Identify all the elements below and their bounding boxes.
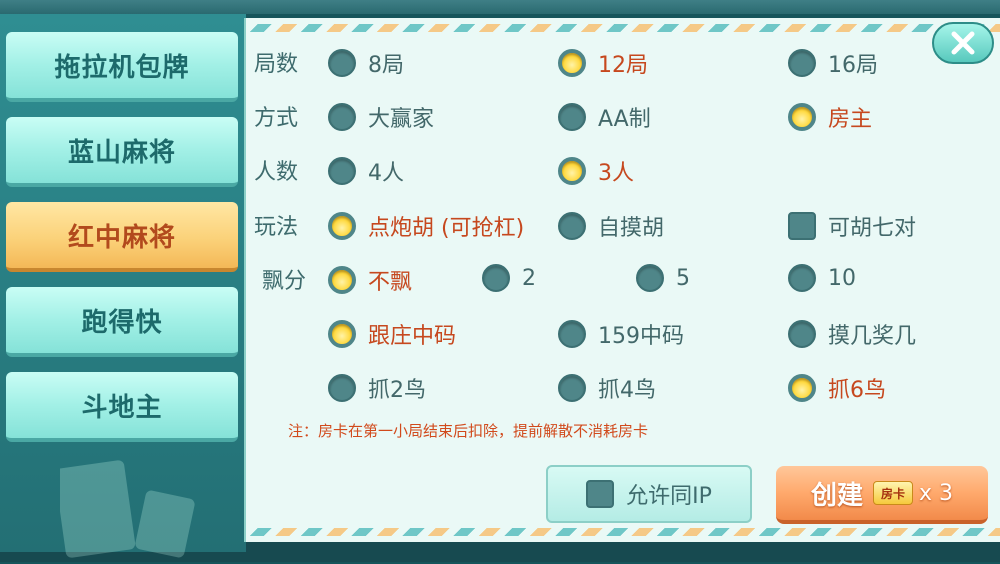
bird-option-4[interactable]: 抓4鸟 — [558, 372, 656, 404]
float-option-2[interactable]: 2 — [482, 264, 536, 292]
radio-icon — [328, 49, 356, 77]
radio-selected-icon — [788, 103, 816, 131]
radio-icon — [328, 374, 356, 402]
sidebar-item-tuolaji[interactable]: 拖拉机包牌 — [6, 32, 238, 102]
players-label: 人数 — [254, 160, 299, 185]
code-option-draw-reward[interactable]: 摸几奖几 — [788, 318, 916, 350]
room-card-count: x 3 — [919, 480, 954, 506]
game-sidebar: 拖拉机包牌 蓝山麻将 红中麻将 跑得快 斗地主 — [0, 14, 246, 558]
radio-icon — [788, 49, 816, 77]
sidebar-item-doudizhu[interactable]: 斗地主 — [6, 372, 238, 442]
code-option-159[interactable]: 159中码 — [558, 318, 684, 350]
sidebar-item-hongzhong-mahjong[interactable]: 红中麻将 — [6, 202, 238, 272]
players-option-3[interactable]: 3人 — [558, 155, 634, 187]
float-option-10[interactable]: 10 — [788, 264, 856, 292]
rounds-option-12[interactable]: 12局 — [558, 47, 648, 79]
radio-icon — [558, 320, 586, 348]
radio-icon — [558, 374, 586, 402]
decor-stripe-bottom — [246, 528, 1000, 536]
play-option-dianpao[interactable]: 点炮胡 (可抢杠) — [328, 210, 524, 242]
radio-icon — [482, 264, 510, 292]
float-option-none[interactable]: 不飘 — [328, 264, 412, 296]
radio-selected-icon — [558, 157, 586, 185]
radio-icon — [788, 264, 816, 292]
players-option-4[interactable]: 4人 — [328, 155, 404, 187]
decor-stripe-top — [246, 24, 1000, 32]
radio-selected-icon — [328, 320, 356, 348]
code-option-follow-dealer[interactable]: 跟庄中码 — [328, 318, 456, 350]
sidebar-item-paodekuai[interactable]: 跑得快 — [6, 287, 238, 357]
float-label: 飘分 — [262, 269, 307, 294]
mahjong-tile-decoration — [60, 460, 195, 558]
payment-option-owner[interactable]: 房主 — [788, 101, 872, 133]
top-strip — [0, 0, 1000, 14]
allow-same-ip-toggle[interactable]: 允许同IP — [546, 465, 752, 523]
room-card-icon: 房卡 — [873, 481, 913, 505]
rounds-label: 局数 — [254, 52, 299, 77]
radio-icon — [558, 212, 586, 240]
rounds-option-8[interactable]: 8局 — [328, 47, 404, 79]
payment-option-aa[interactable]: AA制 — [558, 101, 651, 133]
bird-option-6[interactable]: 抓6鸟 — [788, 372, 886, 404]
seven-pairs-checkbox[interactable]: 可胡七对 — [788, 210, 916, 242]
create-label: 创建 — [810, 480, 863, 511]
radio-icon — [788, 320, 816, 348]
radio-icon — [558, 103, 586, 131]
checkbox-icon — [586, 480, 615, 508]
radio-icon — [328, 103, 356, 131]
create-room-button[interactable]: 创建 房卡 x 3 — [776, 466, 988, 524]
sidebar-item-lanshan-mahjong[interactable]: 蓝山麻将 — [6, 117, 238, 187]
close-button[interactable] — [932, 22, 994, 64]
checkbox-icon — [788, 212, 816, 240]
radio-selected-icon — [788, 374, 816, 402]
room-card-note: 注：房卡在第一小局结束后扣除，提前解散不消耗房卡 — [288, 422, 649, 440]
bird-option-2[interactable]: 抓2鸟 — [328, 372, 426, 404]
float-option-5[interactable]: 5 — [636, 264, 690, 292]
radio-icon — [636, 264, 664, 292]
play-label: 玩法 — [254, 215, 299, 240]
close-icon — [951, 31, 975, 55]
radio-selected-icon — [328, 212, 356, 240]
rounds-option-16[interactable]: 16局 — [788, 47, 878, 79]
play-option-zimo[interactable]: 自摸胡 — [558, 210, 664, 242]
payment-option-winner[interactable]: 大赢家 — [328, 101, 434, 133]
payment-label: 方式 — [254, 106, 299, 131]
radio-selected-icon — [558, 49, 586, 77]
radio-icon — [328, 157, 356, 185]
radio-selected-icon — [328, 266, 356, 294]
